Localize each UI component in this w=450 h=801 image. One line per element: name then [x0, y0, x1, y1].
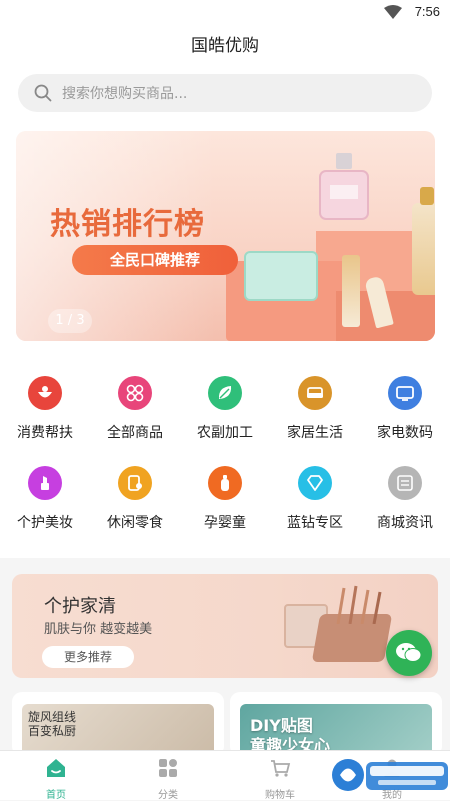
search-placeholder: 搜索你想购买商品...: [62, 86, 188, 102]
search-input[interactable]: 搜索你想购买商品...: [18, 74, 432, 112]
lipstick-tube-image: [342, 255, 360, 327]
promo-title: 个护家清: [44, 596, 116, 617]
leaf-icon: [208, 376, 242, 410]
banner-pager: 1 / 3: [48, 309, 92, 333]
search-area: 搜索你想购买商品...: [0, 68, 450, 128]
perfume-bottle-image: [319, 153, 369, 220]
category-item-mall-news[interactable]: 商城资讯: [360, 466, 450, 532]
lotion-bottle-image: [412, 187, 435, 295]
tissue-box-image: [244, 251, 318, 301]
category-item-appliances[interactable]: 家电数码: [360, 376, 450, 442]
category-item-consumption-aid[interactable]: 消费帮扶: [0, 376, 90, 442]
tab-label: 首页: [46, 790, 66, 801]
cart-icon: [271, 760, 291, 777]
category-item-maternal-baby[interactable]: 孕婴童: [180, 466, 270, 532]
banner-title: 热销排行榜: [50, 207, 205, 242]
featured-card[interactable]: DIY贴图 童趣少女心: [230, 692, 442, 756]
grid-icon: [118, 376, 152, 410]
wifi-icon: [384, 5, 402, 19]
diamond-icon: [298, 466, 332, 500]
category-label: 孕婴童: [204, 515, 246, 531]
page-title: 国皓优购: [0, 24, 450, 68]
status-time: 7:56: [414, 4, 440, 19]
banner-subtitle: 全民口碑推荐: [72, 245, 238, 275]
category-label: 家电数码: [377, 425, 433, 441]
wechat-icon: [396, 643, 422, 662]
category-item-all-goods[interactable]: 全部商品: [90, 376, 180, 442]
promo-card-personal-care[interactable]: 个护家清 肌肤与你 越变越美 更多推荐: [12, 574, 438, 678]
tab-label: 分类: [158, 790, 178, 801]
wechat-chat-button[interactable]: [386, 630, 432, 676]
category-icon: [159, 759, 177, 777]
category-label: 个护美妆: [17, 515, 73, 531]
category-item-agri-processing[interactable]: 农副加工: [180, 376, 270, 442]
status-bar: 7:56: [0, 0, 450, 24]
home-icon: [47, 759, 65, 777]
category-item-snacks[interactable]: 休闲零食: [90, 466, 180, 532]
category-label: 蓝钻专区: [287, 515, 343, 531]
sofa-icon: [298, 376, 332, 410]
search-icon: [34, 84, 52, 102]
category-label: 商城资讯: [377, 515, 433, 531]
tab-home[interactable]: 首页: [0, 751, 112, 801]
promo-banner[interactable]: 热销排行榜 全民口碑推荐 1 / 3: [16, 131, 435, 341]
category-item-personal-care[interactable]: 个护美妆: [0, 466, 90, 532]
tab-category[interactable]: 分类: [112, 751, 224, 801]
featured-card[interactable]: 旋风组线 百变私厨: [12, 692, 224, 756]
promo-subtitle: 肌肤与你 越变越美: [44, 622, 153, 637]
news-icon: [388, 466, 422, 500]
site-watermark-logo: [332, 759, 448, 791]
makeup-brushes-image: [336, 585, 382, 624]
snack-icon: [118, 466, 152, 500]
lipstick-icon: [28, 466, 62, 500]
category-label: 消费帮扶: [17, 425, 73, 441]
category-item-blue-diamond[interactable]: 蓝钻专区: [270, 466, 360, 532]
category-item-home-living[interactable]: 家居生活: [270, 376, 360, 442]
tv-icon: [388, 376, 422, 410]
category-label: 休闲零食: [107, 515, 163, 531]
tab-label: 购物车: [265, 790, 295, 801]
tab-cart[interactable]: 购物车: [224, 751, 336, 801]
featured-cards: 旋风组线 百变私厨 DIY贴图 童趣少女心: [0, 692, 450, 756]
fruit-basket-icon: [28, 376, 62, 410]
featured-card-line2: 百变私厨: [28, 724, 77, 738]
category-label: 全部商品: [107, 425, 163, 441]
category-label: 农副加工: [197, 425, 253, 441]
baby-bottle-icon: [208, 466, 242, 500]
category-label: 家居生活: [287, 425, 343, 441]
more-recommend-button[interactable]: 更多推荐: [42, 646, 134, 668]
